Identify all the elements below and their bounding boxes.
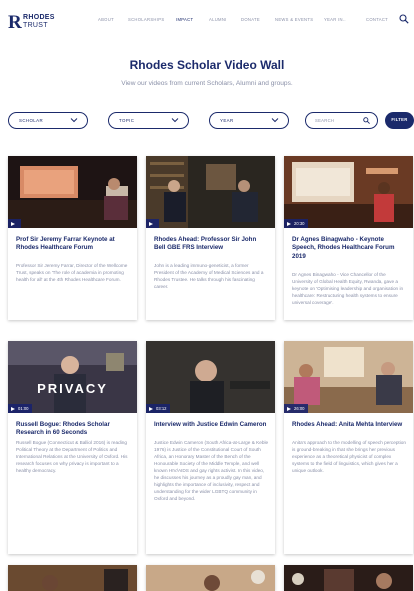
video-description: Dr Agnes Binagwaho - Vice Chancellor of …	[292, 272, 404, 305]
nav-contact[interactable]: CONTACT	[366, 17, 388, 22]
filter-button[interactable]: FILTER	[385, 112, 414, 129]
video-card[interactable]: 26:00 Rhodes Ahead: Anita Mehta Intervie…	[284, 341, 413, 554]
video-title[interactable]: Dr Agnes Binagwaho - Keynote Speech, Rho…	[292, 236, 406, 261]
video-thumbnail[interactable]	[8, 156, 137, 228]
video-thumbnail[interactable]: 03:12	[146, 341, 275, 413]
video-duration: 01:00	[18, 406, 29, 411]
video-thumbnail[interactable]: PRIVACY 01:00	[8, 341, 137, 413]
scholar-filter-select[interactable]: SCHOLAR	[8, 112, 88, 129]
nav-donate[interactable]: DONATE	[241, 17, 260, 22]
video-duration: 03:12	[156, 406, 167, 411]
video-duration: 20:30	[294, 221, 305, 226]
video-thumbnail[interactable]	[146, 565, 275, 591]
page-title: Rhodes Scholar Video Wall	[129, 58, 285, 72]
video-card[interactable]: Rhodes Ahead: Professor Sir John Bell GB…	[146, 156, 275, 320]
play-icon	[287, 406, 291, 411]
play-icon	[149, 406, 153, 411]
play-icon	[149, 221, 153, 226]
page-subtitle: View our videos from current Scholars, A…	[121, 80, 293, 87]
play-icon	[11, 221, 15, 226]
nav-scholarships[interactable]: SCHOLARSHIPS	[128, 17, 164, 22]
play-icon	[287, 221, 291, 226]
topic-filter-label: TOPIC	[119, 118, 135, 123]
year-filter-label: YEAR	[220, 118, 234, 123]
video-thumbnail[interactable]: 26:00	[284, 341, 413, 413]
video-title[interactable]: Rhodes Ahead: Professor Sir John Bell GB…	[154, 236, 268, 253]
video-card[interactable]	[8, 565, 137, 591]
chevron-down-icon	[171, 118, 179, 123]
video-description: Anita's approach to the modelling of spe…	[292, 440, 406, 473]
video-thumbnail[interactable]	[284, 565, 413, 591]
video-duration-badge: 20:30	[284, 219, 309, 228]
video-thumbnail[interactable]	[146, 156, 275, 228]
rhodes-trust-logo[interactable]: R RHODES TRUST	[8, 12, 56, 34]
video-card[interactable]: Prof Sir Jeremy Farrar Keynote at Rhodes…	[8, 156, 137, 320]
video-description: Russell Bogue (Connecticut & Balliol 201…	[16, 440, 128, 473]
search-icon[interactable]	[399, 14, 409, 24]
video-duration-badge	[8, 219, 21, 228]
thumbnail-overlay-text: PRIVACY	[37, 381, 108, 396]
video-title[interactable]: Russell Bogue: Rhodes Scholar Research i…	[16, 421, 130, 438]
video-description: John is a leading immuno-geneticist, a f…	[154, 263, 264, 289]
topic-filter-select[interactable]: TOPIC	[108, 112, 189, 129]
video-duration-badge: 26:00	[284, 404, 309, 413]
video-card[interactable]: 20:30 Dr Agnes Binagwaho - Keynote Speec…	[284, 156, 413, 320]
scholar-filter-label: SCHOLAR	[19, 118, 44, 123]
top-nav: R RHODES TRUST ABOUT SCHOLARSHIPS IMPACT…	[0, 0, 414, 40]
video-duration-badge: 03:12	[146, 404, 171, 413]
chevron-down-icon	[70, 118, 78, 123]
video-description: Professor Sir Jeremy Farrar, Director of…	[16, 263, 128, 282]
video-duration-badge: 01:00	[8, 404, 33, 413]
search-placeholder: SEARCH	[315, 118, 335, 123]
logo-mark: R	[8, 12, 22, 33]
filter-button-label: FILTER	[391, 117, 408, 122]
logo-word-trust: TRUST	[23, 22, 48, 29]
chevron-down-icon	[271, 118, 279, 123]
nav-impact[interactable]: IMPACT	[176, 17, 193, 22]
video-card[interactable]	[146, 565, 275, 591]
video-title[interactable]: Prof Sir Jeremy Farrar Keynote at Rhodes…	[16, 236, 130, 253]
video-duration: 26:00	[294, 406, 305, 411]
video-title[interactable]: Rhodes Ahead: Anita Mehta Interview	[292, 421, 406, 429]
year-filter-select[interactable]: YEAR	[209, 112, 289, 129]
video-title[interactable]: Interview with Justice Edwin Cameron	[154, 421, 268, 429]
nav-about[interactable]: ABOUT	[98, 17, 114, 22]
video-card[interactable]: 03:12 Interview with Justice Edwin Camer…	[146, 341, 275, 554]
nav-year-in-review[interactable]: YEAR IN..	[324, 17, 346, 22]
magnifier-icon	[363, 117, 370, 124]
logo-word-rhodes: RHODES	[23, 14, 55, 21]
nav-alumni[interactable]: ALUMNI	[209, 17, 227, 22]
video-card[interactable]: PRIVACY 01:00 Russell Bogue: Rhodes Scho…	[8, 341, 137, 554]
play-icon	[11, 406, 15, 411]
video-description: Justice Edwin Cameron (South Africa-at-L…	[154, 440, 269, 501]
video-thumbnail[interactable]: 20:30	[284, 156, 413, 228]
video-card[interactable]	[284, 565, 413, 591]
video-thumbnail[interactable]	[8, 565, 137, 591]
video-search-input[interactable]: SEARCH	[305, 112, 378, 129]
nav-news-events[interactable]: NEWS & EVENTS	[275, 17, 313, 22]
video-duration-badge	[146, 219, 159, 228]
